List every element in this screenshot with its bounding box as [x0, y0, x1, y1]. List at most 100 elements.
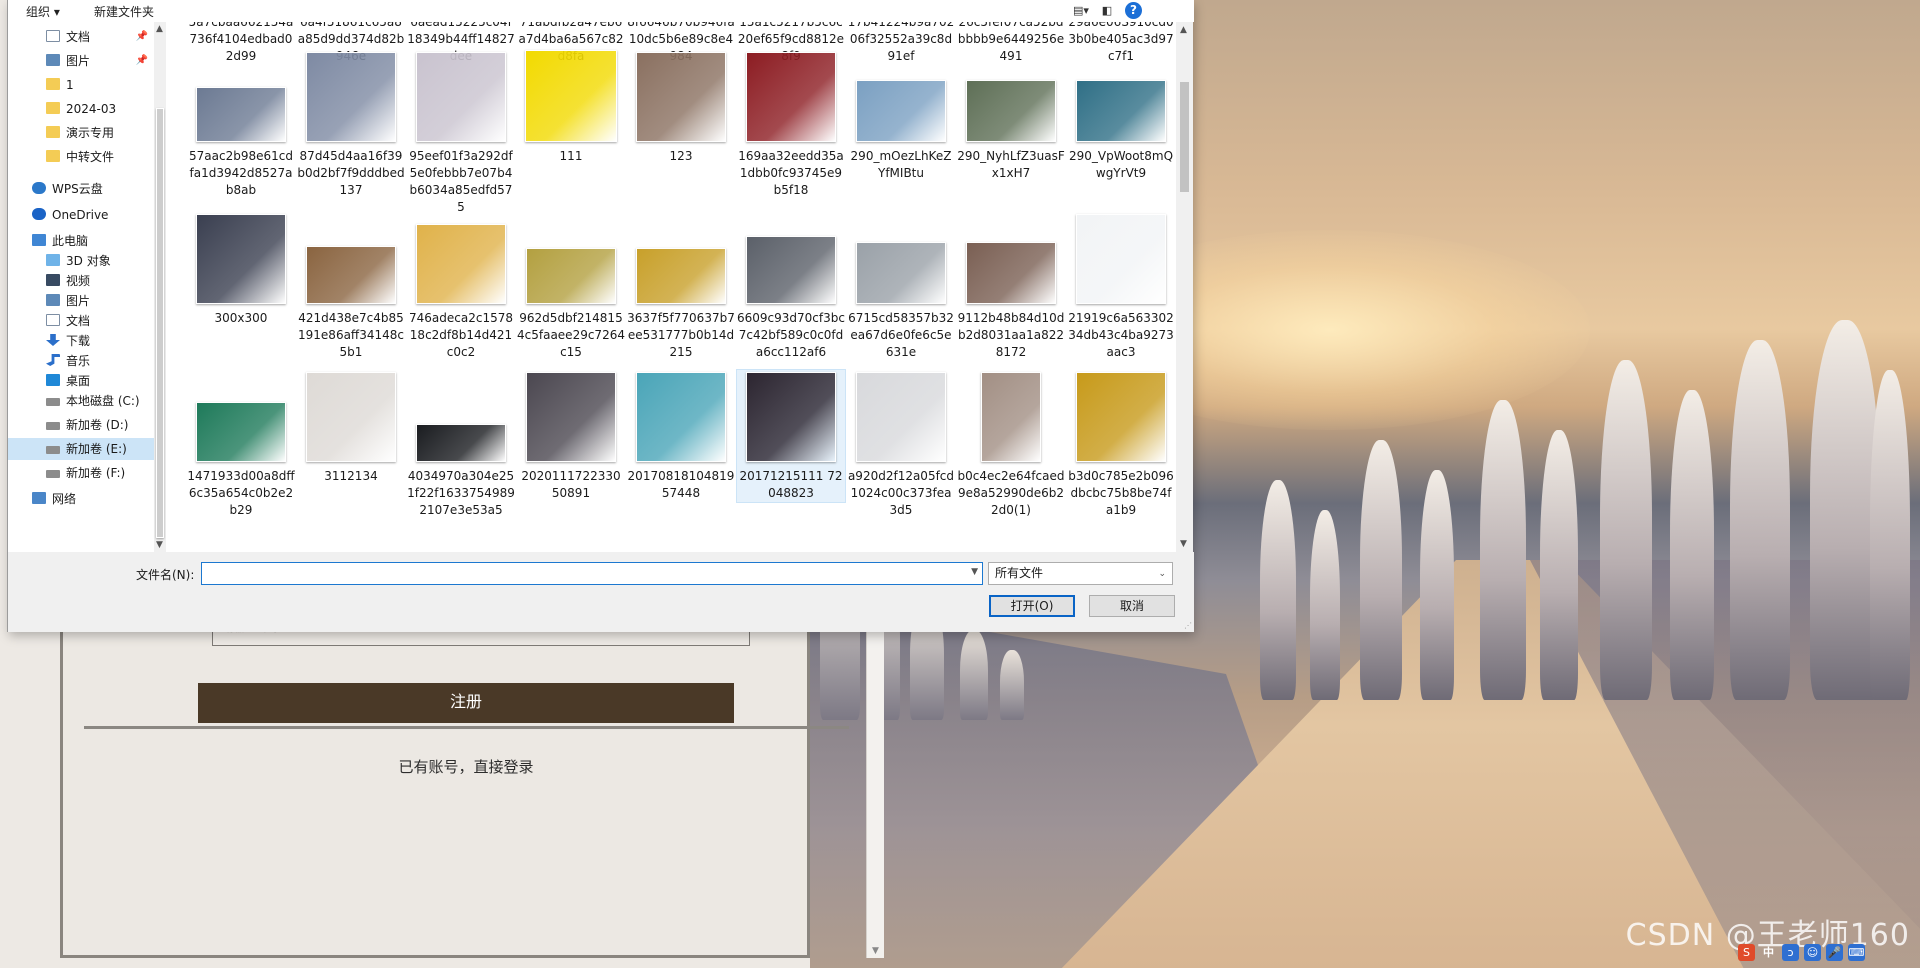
file-item[interactable]: b3d0c785e2b096dbcbc75b8be74fa1b9 — [1067, 370, 1174, 519]
scroll-up-icon[interactable]: ▲ — [1180, 25, 1187, 35]
nav-item[interactable]: 新加卷 (F:) — [8, 462, 154, 484]
file-item[interactable]: 4034970a304e251f22f16337549892107e3e53a5 — [407, 422, 515, 519]
file-item[interactable]: 17b41224b9a70206f32552a39c8d91ef — [847, 22, 955, 65]
nav-item[interactable]: 下载 — [8, 330, 154, 352]
dialog-footer: 文件名(N): ▼ 所有文件 ⌄ 打开(O) 取消 ⋰ — [8, 552, 1194, 632]
file-item[interactable]: 123 — [627, 50, 735, 165]
files-scrollbar[interactable]: ▲ ▼ — [1176, 22, 1193, 552]
file-name: 26c5fef07ca52bdbbbb9e6449256e491 — [957, 22, 1065, 63]
file-item[interactable]: 746adeca2c157818c2df8b14d421c0c2 — [407, 222, 515, 361]
nav-item[interactable]: 演示专用 — [8, 122, 154, 144]
file-item[interactable]: 21919c6a56330234db43c4ba9273aac3 — [1067, 212, 1174, 361]
nav-item[interactable]: 新加卷 (E:) — [8, 438, 154, 460]
new-folder-button[interactable]: 新建文件夹 — [94, 3, 154, 20]
file-item[interactable]: 9112b48b84d10db2d8031aa1a8228172 — [957, 240, 1065, 361]
folder-icon — [46, 126, 60, 138]
nav-scroll-thumb[interactable] — [156, 108, 164, 538]
doc-icon — [46, 314, 60, 326]
file-item[interactable]: 111 — [517, 48, 625, 165]
nav-item[interactable]: 图片 📌 — [8, 50, 154, 72]
nav-item[interactable]: OneDrive — [8, 204, 154, 226]
nav-item[interactable]: 本地磁盘 (C:) — [8, 390, 154, 412]
file-item[interactable]: 290_VpWoot8mQwgYrVt9 — [1067, 78, 1174, 182]
preview-pane-icon[interactable]: ◧ — [1099, 3, 1115, 19]
nav-item-label: 1 — [66, 78, 74, 92]
nav-item[interactable]: 3D 对象 — [8, 250, 154, 272]
tray-icon[interactable]: ɔ — [1782, 943, 1799, 961]
file-name: 6715cd58357b32ea67d6e0fe6c5e631e — [848, 311, 954, 359]
net-icon — [32, 492, 46, 504]
file-item[interactable]: 57aac2b98e61cdfa1d3942d8527ab8ab — [187, 85, 295, 199]
tray-icon[interactable]: 🎤 — [1826, 943, 1843, 961]
file-name: 5a7cbaa662154a736f4104edbad02d99 — [188, 22, 294, 63]
register-button[interactable]: 注册 — [198, 683, 734, 723]
file-item[interactable]: 95eef01f3a292df5e0febbb7e07b4b6034a85edf… — [407, 50, 515, 216]
file-thumbnail — [856, 80, 946, 142]
file-item[interactable]: 290_mOezLhKeZYfMIBtu — [847, 78, 955, 182]
scroll-down-icon[interactable]: ▼ — [156, 540, 163, 550]
nav-item[interactable]: 1 — [8, 74, 154, 96]
file-thumbnail — [966, 242, 1056, 304]
navigation-pane: 文档 📌 图片 📌 1 2024-03 演示专用 中转文件 WPS云盘 OneDrive 此电脑 3D… — [8, 22, 166, 552]
file-item[interactable]: 3112134 — [297, 370, 405, 485]
file-item[interactable]: 5a7cbaa662154a736f4104edbad02d99 — [187, 22, 295, 65]
nav-item[interactable]: 网络 — [8, 488, 154, 510]
tray-icon[interactable]: ⌨ — [1848, 943, 1865, 961]
file-item[interactable]: 87d45d4aa16f39b0d2bf7f9dddbed137 — [297, 50, 405, 199]
tray-icon[interactable]: S — [1738, 943, 1755, 961]
file-item[interactable]: 20171215111 72048823 — [736, 369, 846, 503]
nav-item[interactable]: 视频 — [8, 270, 154, 292]
nav-item[interactable]: 此电脑 — [8, 230, 154, 252]
nav-item-label: 新加卷 (D:) — [66, 418, 129, 432]
nav-item[interactable]: 图片 — [8, 290, 154, 312]
scroll-up-icon[interactable]: ▲ — [156, 24, 163, 34]
nav-item[interactable]: 桌面 — [8, 370, 154, 392]
file-name: 290_NyhLfZ3uasFx1xH7 — [957, 149, 1065, 180]
page-scrollbar[interactable]: ▼ — [866, 628, 884, 958]
file-item[interactable]: 6715cd58357b32ea67d6e0fe6c5e631e — [847, 240, 955, 361]
login-link[interactable]: 已有账号，直接登录 — [198, 756, 734, 777]
view-options-icon[interactable]: ▤▾ — [1073, 3, 1089, 19]
nav-item[interactable]: 2024-03 — [8, 98, 154, 120]
file-item[interactable]: 6609c93d70cf3bc7c42bf589c0c0fda6cc112af6 — [737, 234, 845, 361]
nav-scrollbar[interactable]: ▲ ▼ — [154, 22, 166, 552]
file-item[interactable]: 2020111722330 50891 — [517, 370, 625, 502]
files-scroll-thumb[interactable] — [1180, 82, 1189, 192]
file-item[interactable]: 2017081810481957448 — [627, 370, 735, 502]
nav-item[interactable]: 中转文件 — [8, 146, 154, 168]
nav-item[interactable]: WPS云盘 — [8, 178, 154, 200]
resize-grip-icon[interactable]: ⋰ — [1184, 621, 1192, 630]
tray-icon[interactable]: ☺ — [1804, 943, 1821, 961]
file-item[interactable]: 169aa32eedd35a1dbb0fc93745e9b5f18 — [737, 50, 845, 199]
help-icon[interactable]: ? — [1125, 2, 1142, 19]
nav-item[interactable]: 文档 — [8, 310, 154, 332]
open-button[interactable]: 打开(O) — [989, 595, 1075, 617]
cancel-button[interactable]: 取消 — [1089, 595, 1175, 617]
file-item[interactable]: 3637f5f770637b7ee531777b0b14d215 — [627, 246, 735, 361]
pic-icon — [46, 54, 60, 66]
chevron-down-icon[interactable]: ⌄ — [1158, 564, 1166, 585]
nav-item[interactable]: 文档 📌 — [8, 26, 154, 48]
file-item[interactable]: b0c4ec2e64fcaed9e8a52990de6b22d0(1) — [957, 370, 1065, 519]
chevron-down-icon[interactable]: ▼ — [971, 567, 978, 577]
file-name: 962d5dbf2148154c5faaee29c7264c15 — [517, 311, 625, 359]
file-item[interactable]: 962d5dbf2148154c5faaee29c7264c15 — [517, 246, 625, 361]
filetype-select[interactable]: 所有文件 ⌄ — [988, 562, 1173, 585]
scroll-down-icon[interactable]: ▼ — [872, 946, 879, 956]
file-name: 95eef01f3a292df5e0febbb7e07b4b6034a85edf… — [409, 149, 513, 214]
file-item[interactable]: 26c5fef07ca52bdbbbb9e6449256e491 — [957, 22, 1065, 65]
file-item[interactable]: 300x300 — [187, 212, 295, 327]
tray-icon[interactable]: 中 — [1760, 944, 1777, 961]
file-thumbnail — [416, 424, 506, 462]
file-item[interactable]: 29a6e06S910cd03b0be405ac3d97c7f1 — [1067, 22, 1174, 65]
scroll-down-icon[interactable]: ▼ — [1180, 539, 1187, 549]
nav-item[interactable]: 新加卷 (D:) — [8, 414, 154, 436]
file-item[interactable]: a920d2f12a05fcd1024c00c373fea3d5 — [847, 370, 955, 519]
file-name: 6609c93d70cf3bc7c42bf589c0c0fda6cc112af6 — [737, 311, 845, 359]
organize-menu[interactable]: 组织 ▾ — [26, 3, 60, 20]
file-item[interactable]: 421d438e7c4b85191e86aff34148c5b1 — [297, 244, 405, 361]
nav-item[interactable]: 音乐 — [8, 350, 154, 372]
file-item[interactable]: 1471933d00a8dff6c35a654c0b2e2b29 — [187, 400, 295, 519]
filename-input[interactable]: ▼ — [201, 562, 983, 585]
file-item[interactable]: 290_NyhLfZ3uasFx1xH7 — [957, 78, 1065, 182]
